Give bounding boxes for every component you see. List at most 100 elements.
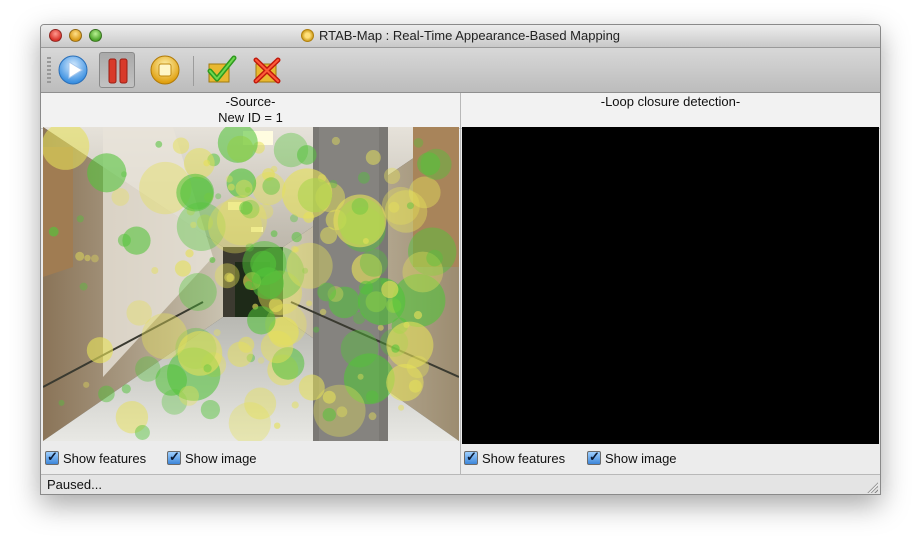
- app-window: RTAB-Map : Real-Time Appearance-Based Ma…: [40, 24, 881, 495]
- checkmark-icon: [207, 55, 237, 83]
- toolbar: [41, 48, 880, 93]
- feature-point: [406, 202, 414, 210]
- accept-button[interactable]: [203, 52, 239, 88]
- feature-point: [172, 137, 190, 154]
- feature-point: [398, 404, 405, 411]
- feature-point: [413, 311, 423, 320]
- feature-point: [244, 281, 254, 290]
- source-panel: -Source- New ID = 1 ✓ Show features ✓ Sh…: [41, 93, 461, 474]
- source-header: -Source- New ID = 1: [41, 93, 460, 129]
- feature-point: [177, 331, 223, 376]
- window-title: RTAB-Map : Real-Time Appearance-Based Ma…: [318, 28, 621, 43]
- feature-point: [135, 356, 161, 382]
- loop-show-features-label: Show features: [482, 451, 566, 466]
- feature-point: [203, 159, 210, 167]
- feature-point: [151, 267, 159, 274]
- corridor-camera-image: [41, 122, 460, 445]
- feature-point: [174, 260, 192, 277]
- feature-point: [122, 226, 151, 255]
- source-title: -Source-: [225, 94, 276, 109]
- loop-closure-image-view[interactable]: [462, 127, 879, 444]
- feature-point: [121, 171, 128, 178]
- feature-point: [317, 282, 337, 302]
- feature-point: [227, 183, 235, 191]
- checkbox-checked-icon: [464, 449, 478, 465]
- feature-point: [209, 257, 216, 263]
- feature-point: [357, 373, 364, 380]
- feature-point: [134, 425, 150, 440]
- checkbox-checked-icon: [587, 449, 601, 465]
- status-bar: Paused...: [41, 474, 880, 494]
- feature-point: [176, 173, 215, 212]
- feature-point: [203, 364, 212, 373]
- feature-point: [408, 176, 441, 209]
- play-button[interactable]: [55, 52, 91, 88]
- toolbar-separator: [193, 56, 194, 86]
- feature-point: [365, 150, 381, 165]
- source-show-features-label: Show features: [63, 451, 147, 466]
- feature-point: [403, 321, 410, 328]
- loop-show-image-label: Show image: [605, 451, 677, 466]
- feature-point: [358, 171, 370, 184]
- feature-point: [426, 249, 443, 267]
- reject-button[interactable]: [249, 52, 285, 88]
- feature-point: [391, 344, 400, 353]
- feature-point: [262, 177, 280, 195]
- feature-point: [98, 385, 115, 403]
- feature-point: [84, 254, 91, 262]
- feature-point: [239, 201, 253, 215]
- resize-grip[interactable]: [866, 481, 878, 493]
- source-controls: Show features Show image: [41, 449, 460, 469]
- feature-point: [306, 300, 313, 307]
- feature-point: [291, 401, 299, 409]
- feature-point: [365, 390, 379, 404]
- feature-point: [420, 148, 452, 180]
- loop-closure-controls: Show features Show image: [461, 449, 880, 469]
- loop-closure-panel: -Loop closure detection- Show features S…: [461, 93, 880, 474]
- feature-point: [377, 324, 384, 331]
- feature-point: [340, 329, 379, 368]
- feature-point: [79, 282, 88, 291]
- stop-button[interactable]: [147, 52, 183, 88]
- feature-point: [386, 363, 424, 402]
- feature-point: [227, 341, 253, 367]
- feature-point: [83, 381, 90, 388]
- feature-point: [270, 230, 278, 238]
- feature-point: [214, 263, 240, 289]
- feature-point: [257, 357, 265, 364]
- loop-closure-header: -Loop closure detection-: [461, 93, 880, 129]
- feature-point: [76, 215, 84, 223]
- feature-point: [225, 175, 233, 183]
- feature-point: [273, 132, 309, 168]
- feature-point: [87, 153, 127, 193]
- pause-icon: [108, 58, 128, 84]
- loop-closure-title: -Loop closure detection-: [600, 94, 741, 109]
- feature-point: [313, 326, 320, 333]
- feature-point: [319, 308, 327, 316]
- feature-point: [291, 231, 302, 243]
- feature-point: [413, 138, 424, 148]
- feature-point: [320, 227, 338, 244]
- app-icon: [300, 29, 314, 42]
- feature-point: [384, 167, 401, 184]
- title-bar[interactable]: RTAB-Map : Real-Time Appearance-Based Ma…: [41, 25, 880, 48]
- feature-point: [357, 277, 406, 326]
- status-text: Paused...: [47, 477, 102, 492]
- feature-point: [215, 193, 222, 200]
- feature-point: [362, 238, 369, 244]
- source-image-view[interactable]: [41, 122, 460, 445]
- feature-point: [178, 273, 217, 311]
- feature-point: [381, 280, 399, 299]
- stop-icon: [150, 55, 180, 85]
- feature-point: [351, 198, 369, 215]
- feature-point: [185, 249, 194, 258]
- feature-point: [322, 408, 336, 422]
- feature-point: [179, 385, 199, 406]
- feature-point: [274, 422, 281, 429]
- feature-point: [213, 329, 221, 337]
- pause-button[interactable]: [99, 52, 135, 88]
- feature-point: [58, 399, 65, 406]
- toolbar-grip[interactable]: [47, 57, 51, 85]
- checkbox-checked-icon: [167, 449, 181, 465]
- feature-point: [359, 248, 388, 277]
